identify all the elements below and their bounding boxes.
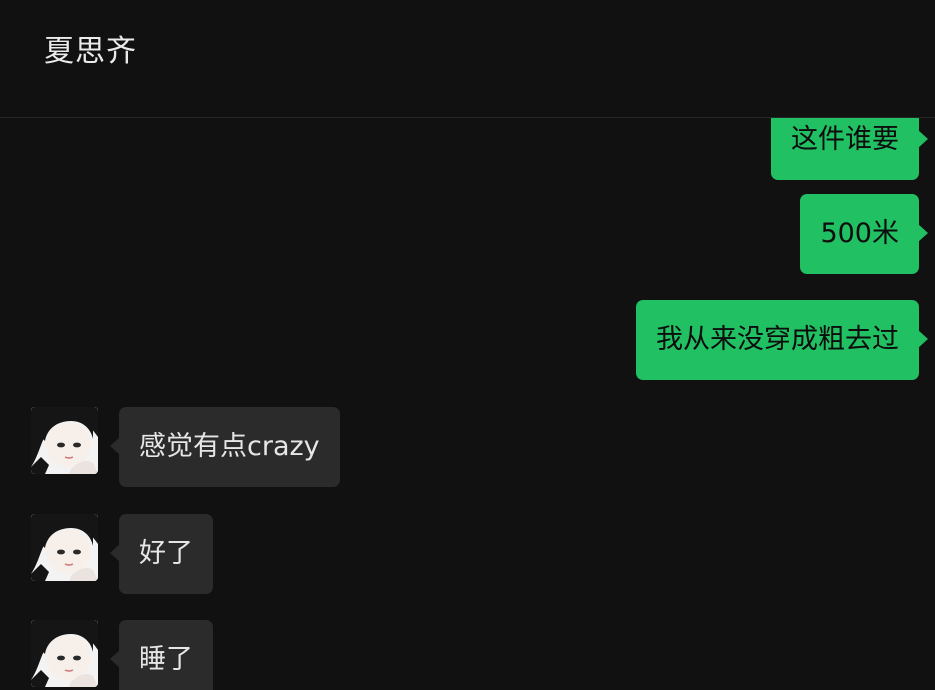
incoming-message-bubble[interactable]: 好了 (110, 514, 213, 594)
outgoing-message-bubble[interactable]: 500米 (800, 194, 928, 274)
incoming-message-bubble[interactable]: 睡了 (110, 620, 213, 690)
message-text: 我从来没穿成粗去过 (656, 324, 899, 355)
contact-avatar[interactable] (31, 407, 98, 474)
girl-portrait-avatar-icon (31, 620, 98, 687)
contact-avatar[interactable] (31, 620, 98, 687)
girl-portrait-avatar-icon (31, 407, 98, 474)
message-text: 这件谁要 (791, 124, 899, 155)
incoming-message-bubble[interactable]: 感觉有点crazy (110, 407, 340, 487)
message-text: 感觉有点crazy (139, 431, 320, 462)
contact-avatar[interactable] (31, 514, 98, 581)
outgoing-message-bubble[interactable]: 我从来没穿成粗去过 (636, 300, 928, 380)
girl-portrait-avatar-icon (31, 514, 98, 581)
contact-name-title: 夏思齐 (44, 34, 137, 69)
message-text: 500米 (820, 218, 899, 249)
message-text: 好了 (139, 538, 193, 569)
outgoing-message-bubble[interactable]: 这件谁要 (771, 118, 928, 180)
message-list[interactable]: 这件谁要 500米 我从来没穿成粗去过 感觉有点crazy 好了 睡了 (0, 118, 935, 690)
message-text: 睡了 (139, 644, 193, 675)
chat-header: 夏思齐 (0, 0, 935, 118)
chat-screen: 夏思齐 这件谁要 500米 我从来没穿成粗去过 感觉有点crazy 好了 睡了 (0, 0, 935, 690)
